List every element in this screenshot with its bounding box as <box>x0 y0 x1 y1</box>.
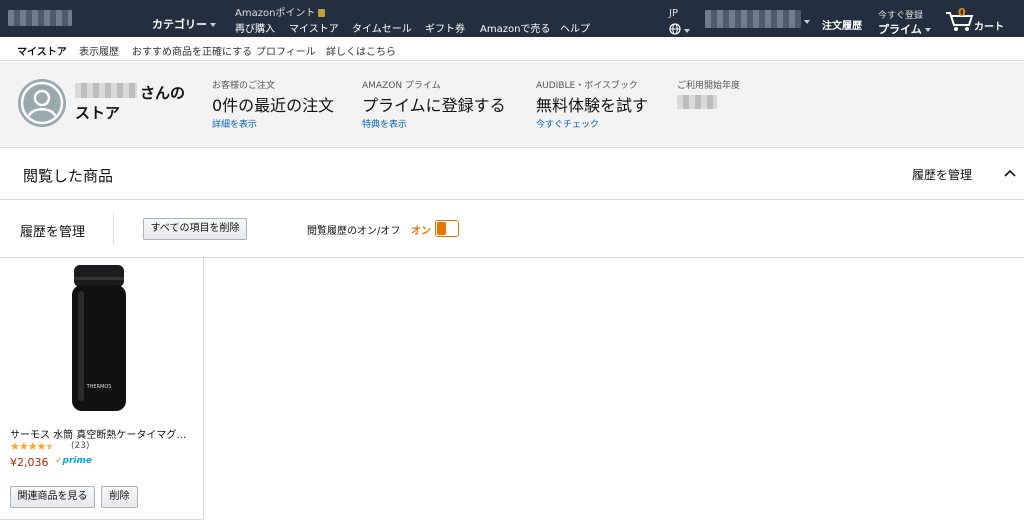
subnav-item-learn-more[interactable]: 詳しくはこちら <box>326 43 396 58</box>
audible-check-link[interactable]: 今すぐチェック <box>536 117 599 130</box>
browsing-history-header: 閲覧した商品 履歴を管理 <box>0 149 1024 200</box>
manage-history-link[interactable]: 履歴を管理 <box>912 166 972 183</box>
store-word: ストア <box>75 104 121 122</box>
star-icon: ★ <box>36 440 47 453</box>
orders-link[interactable]: 注文履歴 <box>822 17 862 32</box>
audible-stat-label: AUDIBLE・ボイスブック <box>536 81 638 91</box>
subnav-item-profile[interactable]: プロフィール <box>256 43 316 58</box>
language-label: JP <box>669 8 678 19</box>
nav-link-help[interactable]: ヘルプ <box>560 20 590 35</box>
prime-menu[interactable]: 今すぐ登録 プライム <box>878 8 931 37</box>
check-icon: ✓ <box>55 456 63 466</box>
prime-badge-label: prime <box>62 456 92 466</box>
subnav-item-improve[interactable]: おすすめ商品を正確にする <box>132 43 252 58</box>
user-name <box>75 83 137 98</box>
delete-all-button[interactable]: すべての項目を削除 <box>143 218 247 240</box>
chevron-down-icon <box>210 23 216 27</box>
prime-bottom: プライム <box>878 21 931 37</box>
nav-link-mystore[interactable]: マイストア <box>289 20 339 35</box>
review-count[interactable]: (23) <box>71 441 89 451</box>
star-icon: ★ <box>27 440 38 453</box>
section-title: 閲覧した商品 <box>23 167 114 185</box>
orders-stat-label: お客様のご注文 <box>212 81 276 91</box>
prime-bottom-label: プライム <box>878 23 922 36</box>
nav-link-rebuy[interactable]: 再び購入 <box>235 20 275 35</box>
history-toolbar: 履歴を管理 すべての項目を削除 閲覧履歴のオン/オフ オン <box>0 201 1024 258</box>
divider <box>113 213 114 245</box>
amazon-logo[interactable] <box>8 10 72 26</box>
cart-count: 0 <box>958 6 966 19</box>
name-suffix: さんの <box>140 84 186 102</box>
avatar[interactable] <box>18 79 66 127</box>
toggle-knob <box>437 222 446 235</box>
chevron-down-icon <box>924 28 931 32</box>
prime-stat-value[interactable]: プライムに登録する <box>362 92 506 116</box>
prime-badge: ✓prime <box>55 456 92 466</box>
product-title[interactable]: サーモス 水筒 真空断熱ケータイマグ… <box>10 426 186 441</box>
orders-stat-value[interactable]: 0件の最近の注文 <box>212 92 334 116</box>
nav-link-giftcard[interactable]: ギフト券 <box>425 20 465 35</box>
points-label: Amazonポイント <box>235 8 316 19</box>
since-year-label: ご利用開始年度 <box>677 81 741 91</box>
store-subnav: マイストア 表示履歴 おすすめ商品を正確にする プロフィール 詳しくはこちら <box>0 37 1024 61</box>
since-year-value <box>677 95 717 109</box>
subnav-item-history[interactable]: 表示履歴 <box>79 43 119 58</box>
category-label: カテゴリー <box>152 18 207 31</box>
language-selector[interactable]: JP <box>669 8 690 39</box>
chevron-down-icon <box>804 20 810 24</box>
audible-stat-value[interactable]: 無料体験を試す <box>536 92 648 116</box>
star-icon: ★ <box>10 440 20 453</box>
category-dropdown[interactable]: カテゴリー <box>152 16 216 32</box>
history-toggle-label: 閲覧履歴のオン/オフ <box>307 226 401 237</box>
orders-detail-link[interactable]: 詳細を表示 <box>212 117 257 130</box>
product-price: ¥2,036 <box>10 456 49 469</box>
delete-item-button[interactable]: 削除 <box>101 486 138 508</box>
profile-summary: さんの ストア お客様のご注文 0件の最近の注文 詳細を表示 AMAZON プラ… <box>0 62 1024 148</box>
cart-button[interactable]: 0 カート <box>945 6 1009 33</box>
prime-benefits-link[interactable]: 特典を表示 <box>362 117 407 130</box>
toolbar-title: 履歴を管理 <box>20 225 86 240</box>
account-menu[interactable] <box>705 10 801 28</box>
prime-top-label: 今すぐ登録 <box>878 11 924 21</box>
chevron-up-icon[interactable] <box>1004 169 1016 177</box>
points-icon <box>318 9 326 17</box>
half-star-icon: ★ <box>45 440 56 453</box>
prime-stat-label: AMAZON プライム <box>362 81 441 91</box>
rating-stars[interactable]: ★★★★★ <box>10 440 56 453</box>
chevron-down-icon <box>684 28 690 33</box>
cart-label: カート <box>974 22 1004 33</box>
related-products-button[interactable]: 関連商品を見る <box>10 486 95 508</box>
subnav-item-mystore[interactable]: マイストア <box>17 43 67 58</box>
user-icon <box>20 81 64 125</box>
toggle-state-text: オン <box>411 226 431 237</box>
star-icon: ★ <box>18 440 29 453</box>
points-link[interactable]: Amazonポイント <box>235 4 326 19</box>
product-brand-text: THERMOS <box>86 384 112 390</box>
nav-link-sell[interactable]: Amazonで売る <box>480 20 550 35</box>
product-image[interactable]: THERMOS <box>68 263 130 415</box>
top-navigation-bar: カテゴリー Amazonポイント 再び購入 マイストア タイムセール ギフト券 … <box>0 0 1024 37</box>
history-toggle[interactable] <box>435 220 459 237</box>
nav-link-timesale[interactable]: タイムセール <box>352 20 412 35</box>
